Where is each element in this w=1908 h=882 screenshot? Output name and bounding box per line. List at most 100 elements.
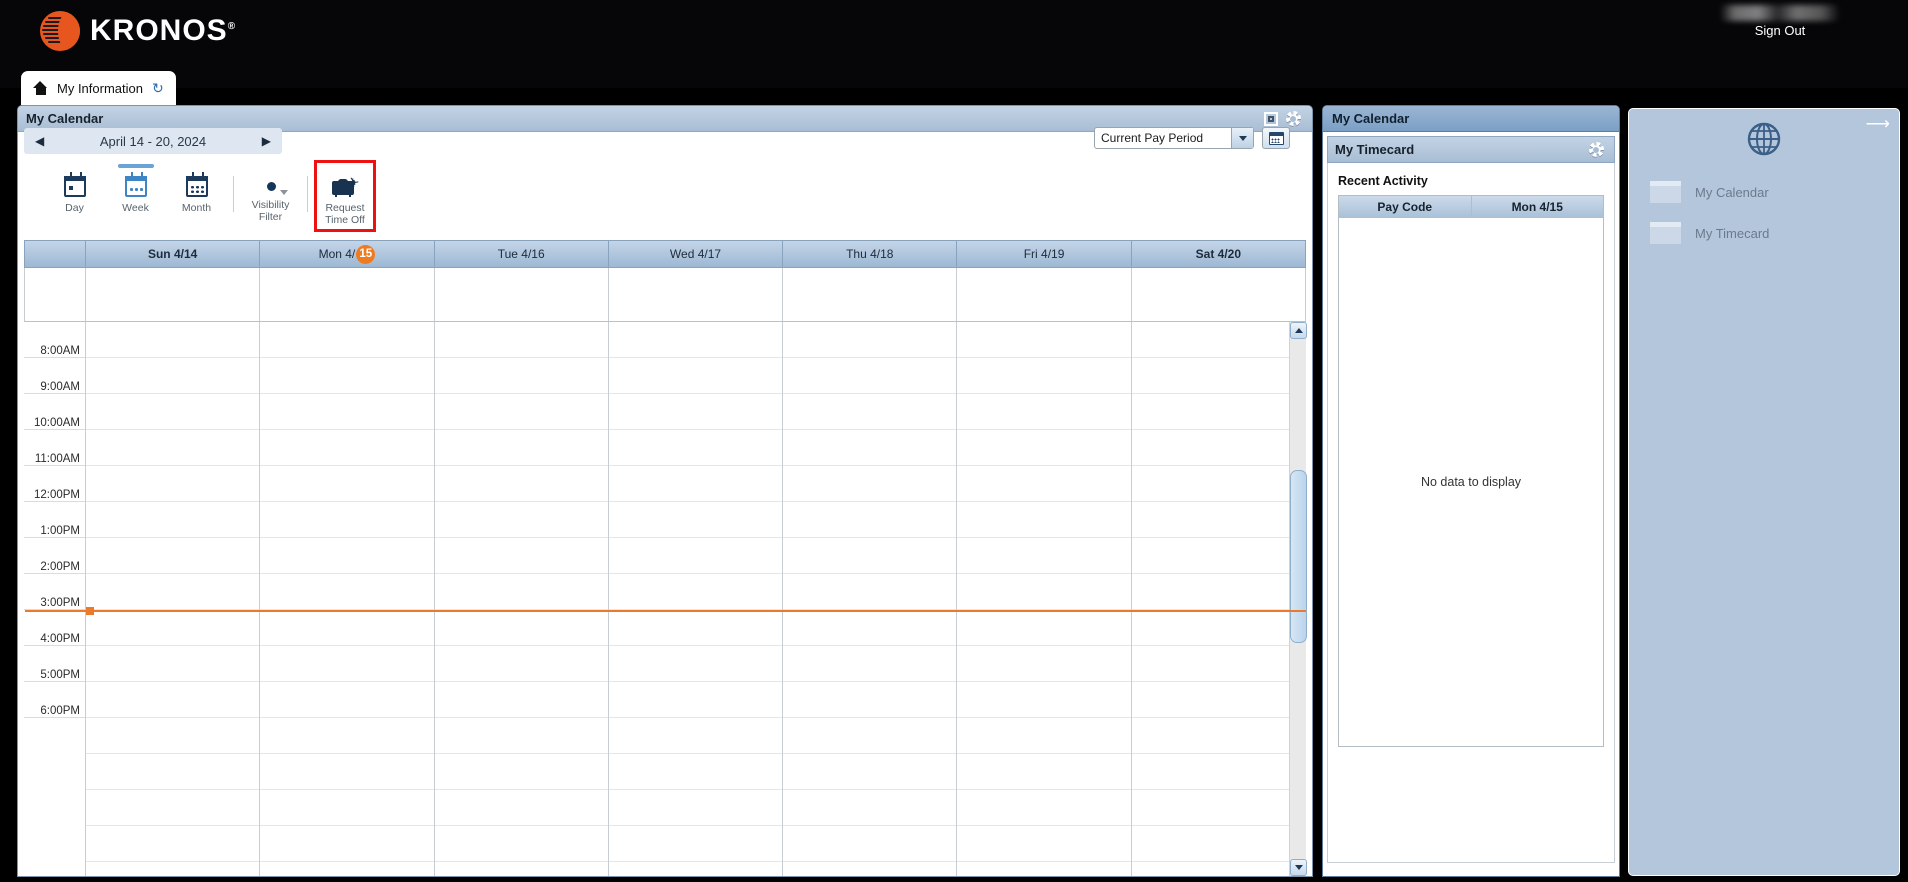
day-column-thu[interactable] [783, 322, 958, 876]
day-header-fri[interactable]: Fri 4/19 [957, 241, 1132, 267]
gear-icon[interactable] [1585, 140, 1607, 160]
empty-state-message: No data to display [1339, 218, 1603, 746]
day-header-tue[interactable]: Tue 4/16 [435, 241, 609, 267]
view-button-week[interactable]: Week [105, 164, 166, 214]
view-label-week: Week [122, 202, 149, 214]
all-day-corner [25, 268, 86, 321]
all-day-cell[interactable] [260, 268, 435, 321]
hour-label: 4:00PM [24, 610, 85, 646]
period-selector-group: Current Pay Period [1094, 127, 1290, 149]
vertical-scrollbar[interactable] [1289, 322, 1307, 876]
day-column-wed[interactable] [608, 322, 784, 876]
sidebar-item-label: My Calendar [1695, 184, 1769, 200]
sidebar-item-my-timecard[interactable]: My Timecard [1650, 222, 1769, 244]
sidebar-item-my-calendar[interactable]: My Calendar [1650, 181, 1769, 203]
calendar-toolbar: Day Week Month Visibility Filter ✈ Reque… [18, 160, 1312, 232]
view-button-day[interactable]: Day [44, 164, 105, 214]
far-sidebar: ⟶ My Calendar My Timecard [1628, 108, 1900, 876]
day-header-sun[interactable]: Sun 4/14 [86, 241, 261, 267]
day-columns [25, 322, 1306, 876]
recent-activity-table: Pay Code Mon 4/15 No data to display [1338, 195, 1604, 747]
visibility-filter-button[interactable]: Visibility Filter [240, 164, 301, 223]
scrollbar-thumb[interactable] [1290, 470, 1307, 643]
toolbar-divider-1 [233, 176, 234, 212]
header-corner-cell [25, 241, 86, 267]
my-timecard-title: My Timecard [1335, 142, 1415, 157]
day-column-mon[interactable] [260, 322, 435, 876]
my-calendar-panel: My Calendar ◀ April 14 - 20, 2024 ▶ Curr… [17, 105, 1313, 877]
today-badge: 15 [356, 244, 376, 264]
side-panel: My Calendar My Timecard Recent Activity … [1322, 105, 1620, 877]
tab-my-information[interactable]: My Information ↻ [21, 71, 176, 105]
day-header-mon[interactable]: Mon 4/15 [260, 241, 435, 267]
table-header-row: Pay Code Mon 4/15 [1339, 196, 1603, 218]
next-period-button[interactable]: ▶ [262, 134, 271, 148]
pay-period-value: Current Pay Period [1101, 131, 1204, 145]
hours-column: 8:00AM 9:00AM 10:00AM 11:00AM 12:00PM 1:… [24, 322, 85, 876]
day-header-row: Sun 4/14 Mon 4/15 Tue 4/16 Wed 4/17 Thu … [24, 240, 1306, 268]
calendar-grid: Sun 4/14 Mon 4/15 Tue 4/16 Wed 4/17 Thu … [24, 240, 1307, 876]
day-column-tue[interactable] [434, 322, 609, 876]
hour-label: 10:00AM [24, 394, 85, 430]
sign-out-link[interactable]: Sign Out [1680, 23, 1880, 38]
refresh-icon[interactable]: ↻ [152, 80, 164, 97]
all-day-cell[interactable] [783, 268, 958, 321]
user-area: Sign Out [1680, 2, 1880, 38]
scroll-up-icon[interactable] [1290, 322, 1307, 339]
chevron-down-icon[interactable] [1231, 128, 1253, 148]
bottom-strip [0, 877, 1908, 882]
column-header-date[interactable]: Mon 4/15 [1472, 196, 1604, 218]
my-timecard-body: Recent Activity Pay Code Mon 4/15 No dat… [1327, 163, 1615, 863]
all-day-cell[interactable] [1132, 268, 1305, 321]
all-day-cell[interactable] [609, 268, 784, 321]
user-name-redacted [1720, 5, 1840, 21]
day-column-sun[interactable] [86, 322, 261, 876]
recent-activity-title: Recent Activity [1338, 174, 1428, 188]
tab-label: My Information [57, 80, 143, 96]
hour-label: 1:00PM [24, 502, 85, 538]
day-header-sat[interactable]: Sat 4/20 [1132, 241, 1305, 267]
day-column-fri[interactable] [957, 322, 1132, 876]
all-day-row [24, 268, 1306, 322]
all-day-cell[interactable] [957, 268, 1132, 321]
visibility-filter-label: Visibility Filter [251, 199, 290, 224]
page-title: My Calendar [26, 111, 104, 126]
arrow-right-icon[interactable]: ⟶ [1866, 115, 1890, 132]
kronos-logo-mark [40, 11, 80, 51]
day-column-sat[interactable] [1131, 322, 1306, 876]
globe-icon [1747, 122, 1781, 156]
toolbar-divider-2 [307, 176, 308, 212]
scroll-down-icon[interactable] [1290, 859, 1307, 876]
column-header-pay-code[interactable]: Pay Code [1339, 196, 1472, 218]
date-navigator: ◀ April 14 - 20, 2024 ▶ [24, 128, 282, 154]
gear-icon[interactable] [1282, 109, 1304, 129]
day-header-wed[interactable]: Wed 4/17 [609, 241, 784, 267]
calendar-picker-icon[interactable] [1262, 127, 1290, 149]
kronos-logo: KRONOS® [40, 11, 236, 51]
hour-label: 2:00PM [24, 538, 85, 574]
request-time-off-label: Request Time Off [325, 202, 365, 227]
thumbnail-icon [1650, 181, 1681, 203]
calendar-scroll-area: 8:00AM 9:00AM 10:00AM 11:00AM 12:00PM 1:… [24, 322, 1306, 876]
view-label-month: Month [181, 202, 212, 214]
pay-period-select[interactable]: Current Pay Period [1094, 127, 1254, 149]
calendar-week-icon [124, 172, 147, 197]
hour-label: 5:00PM [24, 646, 85, 682]
request-time-off-button[interactable]: ✈ Request Time Off [314, 160, 376, 232]
kronos-logo-text: KRONOS® [90, 14, 237, 47]
view-button-month[interactable]: Month [166, 164, 227, 214]
calendar-month-icon [185, 172, 208, 197]
all-day-cell[interactable] [435, 268, 609, 321]
thumbnail-icon [1650, 222, 1681, 244]
all-day-cell[interactable] [86, 268, 261, 321]
maximize-icon[interactable] [1260, 109, 1282, 129]
hour-label: 12:00PM [24, 466, 85, 502]
my-timecard-header: My Timecard [1327, 136, 1615, 163]
suitcase-plane-icon: ✈ [332, 174, 361, 197]
day-header-thu[interactable]: Thu 4/18 [783, 241, 958, 267]
side-panel-tab-my-calendar[interactable]: My Calendar [1323, 106, 1619, 132]
hour-label: 11:00AM [24, 430, 85, 466]
home-icon [33, 81, 48, 95]
previous-period-button[interactable]: ◀ [35, 134, 44, 148]
top-bar: KRONOS® Sign Out [0, 0, 1908, 88]
